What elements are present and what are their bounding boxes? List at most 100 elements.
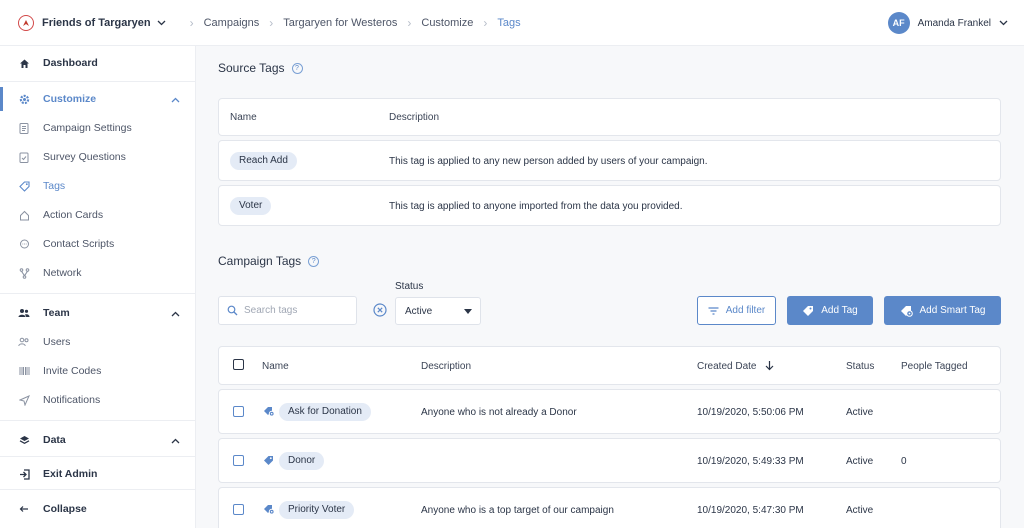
tag-pill: Reach Add [230,152,297,170]
sidebar-item-users[interactable]: Users [0,330,196,354]
row-checkbox[interactable] [233,504,244,515]
created-date: 10/19/2020, 5:49:33 PM [697,456,804,467]
status-value: Active [846,407,874,418]
help-icon[interactable]: ? [308,255,320,267]
sidebar-item-campaign-settings[interactable]: Campaign Settings [0,116,196,140]
add-tag-button[interactable]: Add Tag [787,296,873,325]
document-icon [18,122,30,134]
divider [0,456,196,457]
arrow-left-icon [18,503,30,515]
sidebar-item-label: Users [43,336,71,348]
button-label: Add Smart Tag [919,305,986,316]
created-date: 10/19/2020, 5:47:30 PM [697,505,804,516]
column-header-status[interactable]: Status [846,361,874,372]
sidebar-item-team[interactable]: Team [0,301,196,325]
tag-pill[interactable]: Ask for Donation [279,403,371,421]
arrow-down-icon[interactable] [765,360,774,371]
divider [0,81,196,82]
sidebar-item-survey-questions[interactable]: Survey Questions [0,145,196,169]
add-smart-tag-button[interactable]: Add Smart Tag [884,296,1001,325]
sidebar-item-label: Tags [43,180,66,192]
sidebar-item-label: Team [43,307,70,319]
select-all-checkbox[interactable] [233,359,244,370]
sidebar-item-dashboard[interactable]: Dashboard [0,51,196,75]
table-row[interactable]: Ask for Donation Anyone who is not alrea… [218,389,1001,434]
source-tags-header: Name Description [218,98,1001,136]
help-icon[interactable]: ? [291,62,303,74]
smart-tag-icon [263,504,275,515]
sidebar-item-label: Action Cards [43,209,104,221]
add-filter-button[interactable]: Add filter [697,296,776,325]
clear-search-icon[interactable] [373,303,387,317]
tag-pill[interactable]: Donor [279,452,325,470]
sidebar-item-label: Collapse [43,503,87,515]
campaign-tags-header: Name Description Created Date Status Peo… [218,346,1001,385]
sidebar-item-customize[interactable]: Customize [0,87,196,111]
section-title-campaign-tags: Campaign Tags ? [218,254,320,268]
status-label: Status [395,281,424,292]
caret-down-icon [464,309,472,314]
sidebar-item-network[interactable]: Network [0,261,196,285]
column-header-created-date[interactable]: Created Date [697,361,756,372]
breadcrumb-campaign[interactable]: Targaryen for Westeros [283,17,397,29]
sidebar-item-invite-codes[interactable]: Invite Codes [0,359,196,383]
sidebar: Dashboard Customize Campaign Settings Su… [0,46,196,528]
collapse-button[interactable]: Collapse [0,497,196,521]
gear-icon [18,93,30,105]
search-input[interactable] [244,305,344,316]
breadcrumb-tags: Tags [497,16,521,29]
status-dropdown[interactable]: Active [395,297,481,325]
column-header-description[interactable]: Description [421,361,471,372]
user-menu[interactable]: AF Amanda Frankel [887,12,1008,34]
chat-bubble-icon [18,238,30,250]
chevron-up-icon [171,435,180,447]
sidebar-item-action-cards[interactable]: Action Cards [0,203,196,227]
layers-icon [18,434,30,446]
section-title-text: Source Tags [218,61,285,75]
people-tagged-count: 0 [901,456,907,467]
barcode-icon [18,365,30,377]
divider [0,420,196,421]
user-name: Amanda Frankel [917,17,991,29]
status-selected-value: Active [405,305,433,317]
breadcrumb-campaigns[interactable]: Campaigns [204,17,260,29]
table-row[interactable]: Priority Voter Anyone who is a top targe… [218,487,1001,528]
chevron-down-icon [999,20,1008,26]
tag-description: This tag is applied to anyone imported f… [389,201,683,212]
exit-icon [18,468,30,480]
breadcrumb-customize[interactable]: Customize [421,17,473,29]
section-title-text: Campaign Tags [218,254,302,268]
row-checkbox[interactable] [233,455,244,466]
exit-admin-button[interactable]: Exit Admin [0,462,196,486]
tag-pill[interactable]: Priority Voter [279,501,355,519]
smart-tag-icon [900,305,913,317]
network-icon [18,267,30,279]
sidebar-item-label: Customize [43,93,97,105]
sidebar-item-label: Campaign Settings [43,122,132,134]
tag-icon [802,305,814,317]
column-header-name[interactable]: Name [262,361,289,372]
sidebar-item-contact-scripts[interactable]: Contact Scripts [0,232,196,256]
sidebar-item-data[interactable]: Data [0,428,196,452]
chevron-up-icon [171,94,180,106]
breadcrumb-separator: › [483,15,488,30]
tag-icon [18,180,30,192]
tag-description: This tag is applied to any new person ad… [389,156,708,167]
search-input-wrapper[interactable] [218,296,357,325]
row-checkbox[interactable] [233,406,244,417]
smart-tag-icon [263,406,275,417]
chevron-up-icon [171,308,180,320]
button-label: Add filter [725,305,766,316]
org-name: Friends of Targaryen [42,16,151,29]
section-title-source-tags: Source Tags ? [218,61,303,75]
status-value: Active [846,505,874,516]
org-switcher[interactable]: Friends of Targaryen [0,0,180,46]
column-header-name: Name [230,112,257,123]
top-bar: Friends of Targaryen › Campaigns › Targa… [0,0,1024,46]
column-header-people-tagged[interactable]: People Tagged [901,361,968,372]
tag-description: Anyone who is a top target of our campai… [421,505,614,516]
sidebar-item-label: Notifications [43,394,101,406]
sidebar-item-tags[interactable]: Tags [0,174,196,198]
table-row[interactable]: Donor 10/19/2020, 5:49:33 PM Active 0 [218,438,1001,483]
sidebar-item-notifications[interactable]: Notifications [0,388,196,412]
